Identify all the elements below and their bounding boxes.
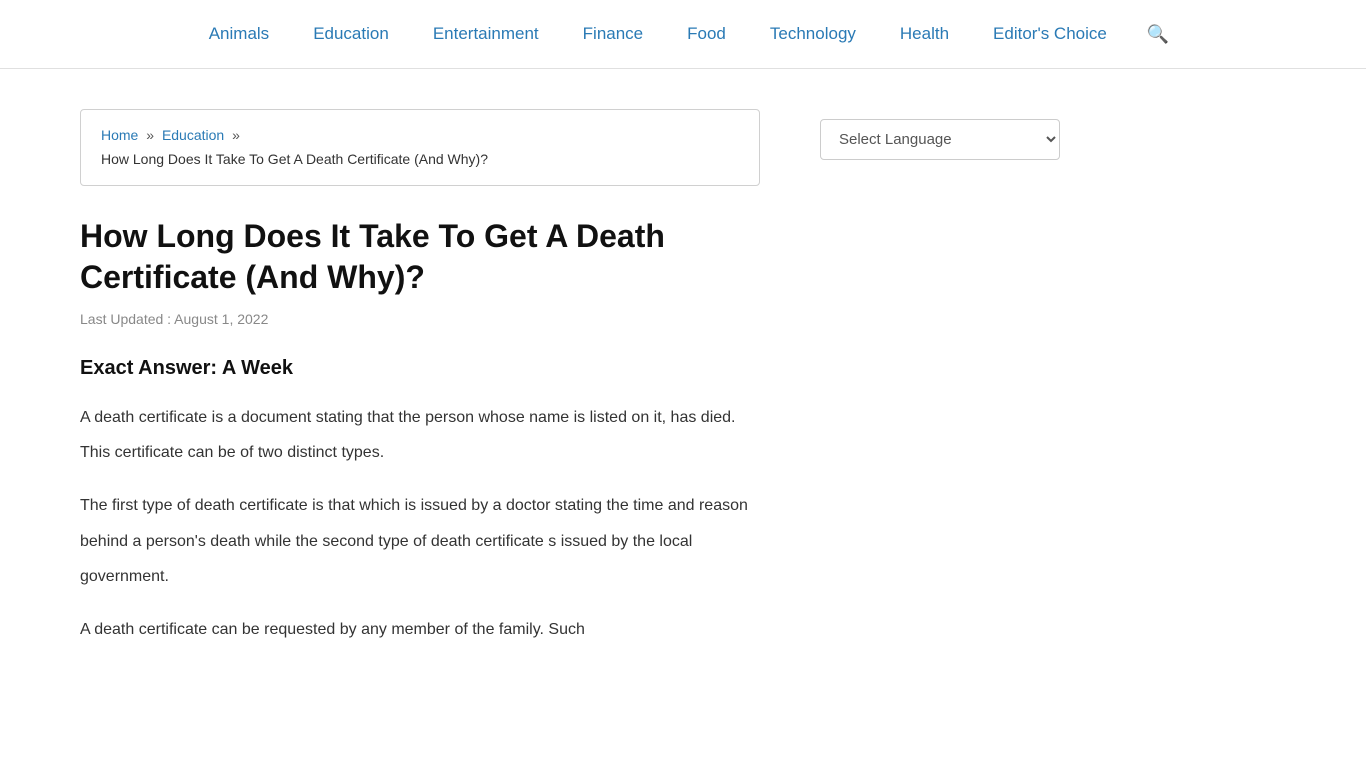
exact-answer-heading: Exact Answer: A Week [80,357,760,380]
nav-item-editors-choice[interactable]: Editor's Choice [971,24,1129,44]
article-paragraph-2: The first type of death certificate is t… [80,488,760,594]
main-nav: Animals Education Entertainment Finance … [0,0,1366,68]
nav-item-health[interactable]: Health [878,24,971,44]
breadcrumb: Home » Education » How Long Does It Take… [80,109,760,186]
breadcrumb-separator-2: » [232,127,240,143]
content-area: Home » Education » How Long Does It Take… [80,109,760,647]
nav-item-animals[interactable]: Animals [187,24,291,44]
search-button[interactable]: 🔍 [1137,24,1179,45]
search-icon: 🔍 [1147,24,1169,44]
breadcrumb-category-link[interactable]: Education [162,127,224,143]
article-paragraph-1: A death certificate is a document statin… [80,400,760,470]
article-title: How Long Does It Take To Get A Death Cer… [80,216,760,299]
sidebar: Select Language English Spanish French G… [820,109,1060,647]
main-container: Home » Education » How Long Does It Take… [0,69,1366,687]
breadcrumb-home-link[interactable]: Home [101,127,138,143]
nav-item-technology[interactable]: Technology [748,24,878,44]
nav-item-food[interactable]: Food [665,24,748,44]
breadcrumb-separator-1: » [146,127,158,143]
breadcrumb-current: How Long Does It Take To Get A Death Cer… [101,148,739,170]
language-select[interactable]: Select Language English Spanish French G… [820,119,1060,160]
nav-item-entertainment[interactable]: Entertainment [411,24,561,44]
nav-item-finance[interactable]: Finance [561,24,665,44]
article-paragraph-3: A death certificate can be requested by … [80,612,760,647]
article-date: Last Updated : August 1, 2022 [80,311,760,327]
nav-item-education[interactable]: Education [291,24,411,44]
